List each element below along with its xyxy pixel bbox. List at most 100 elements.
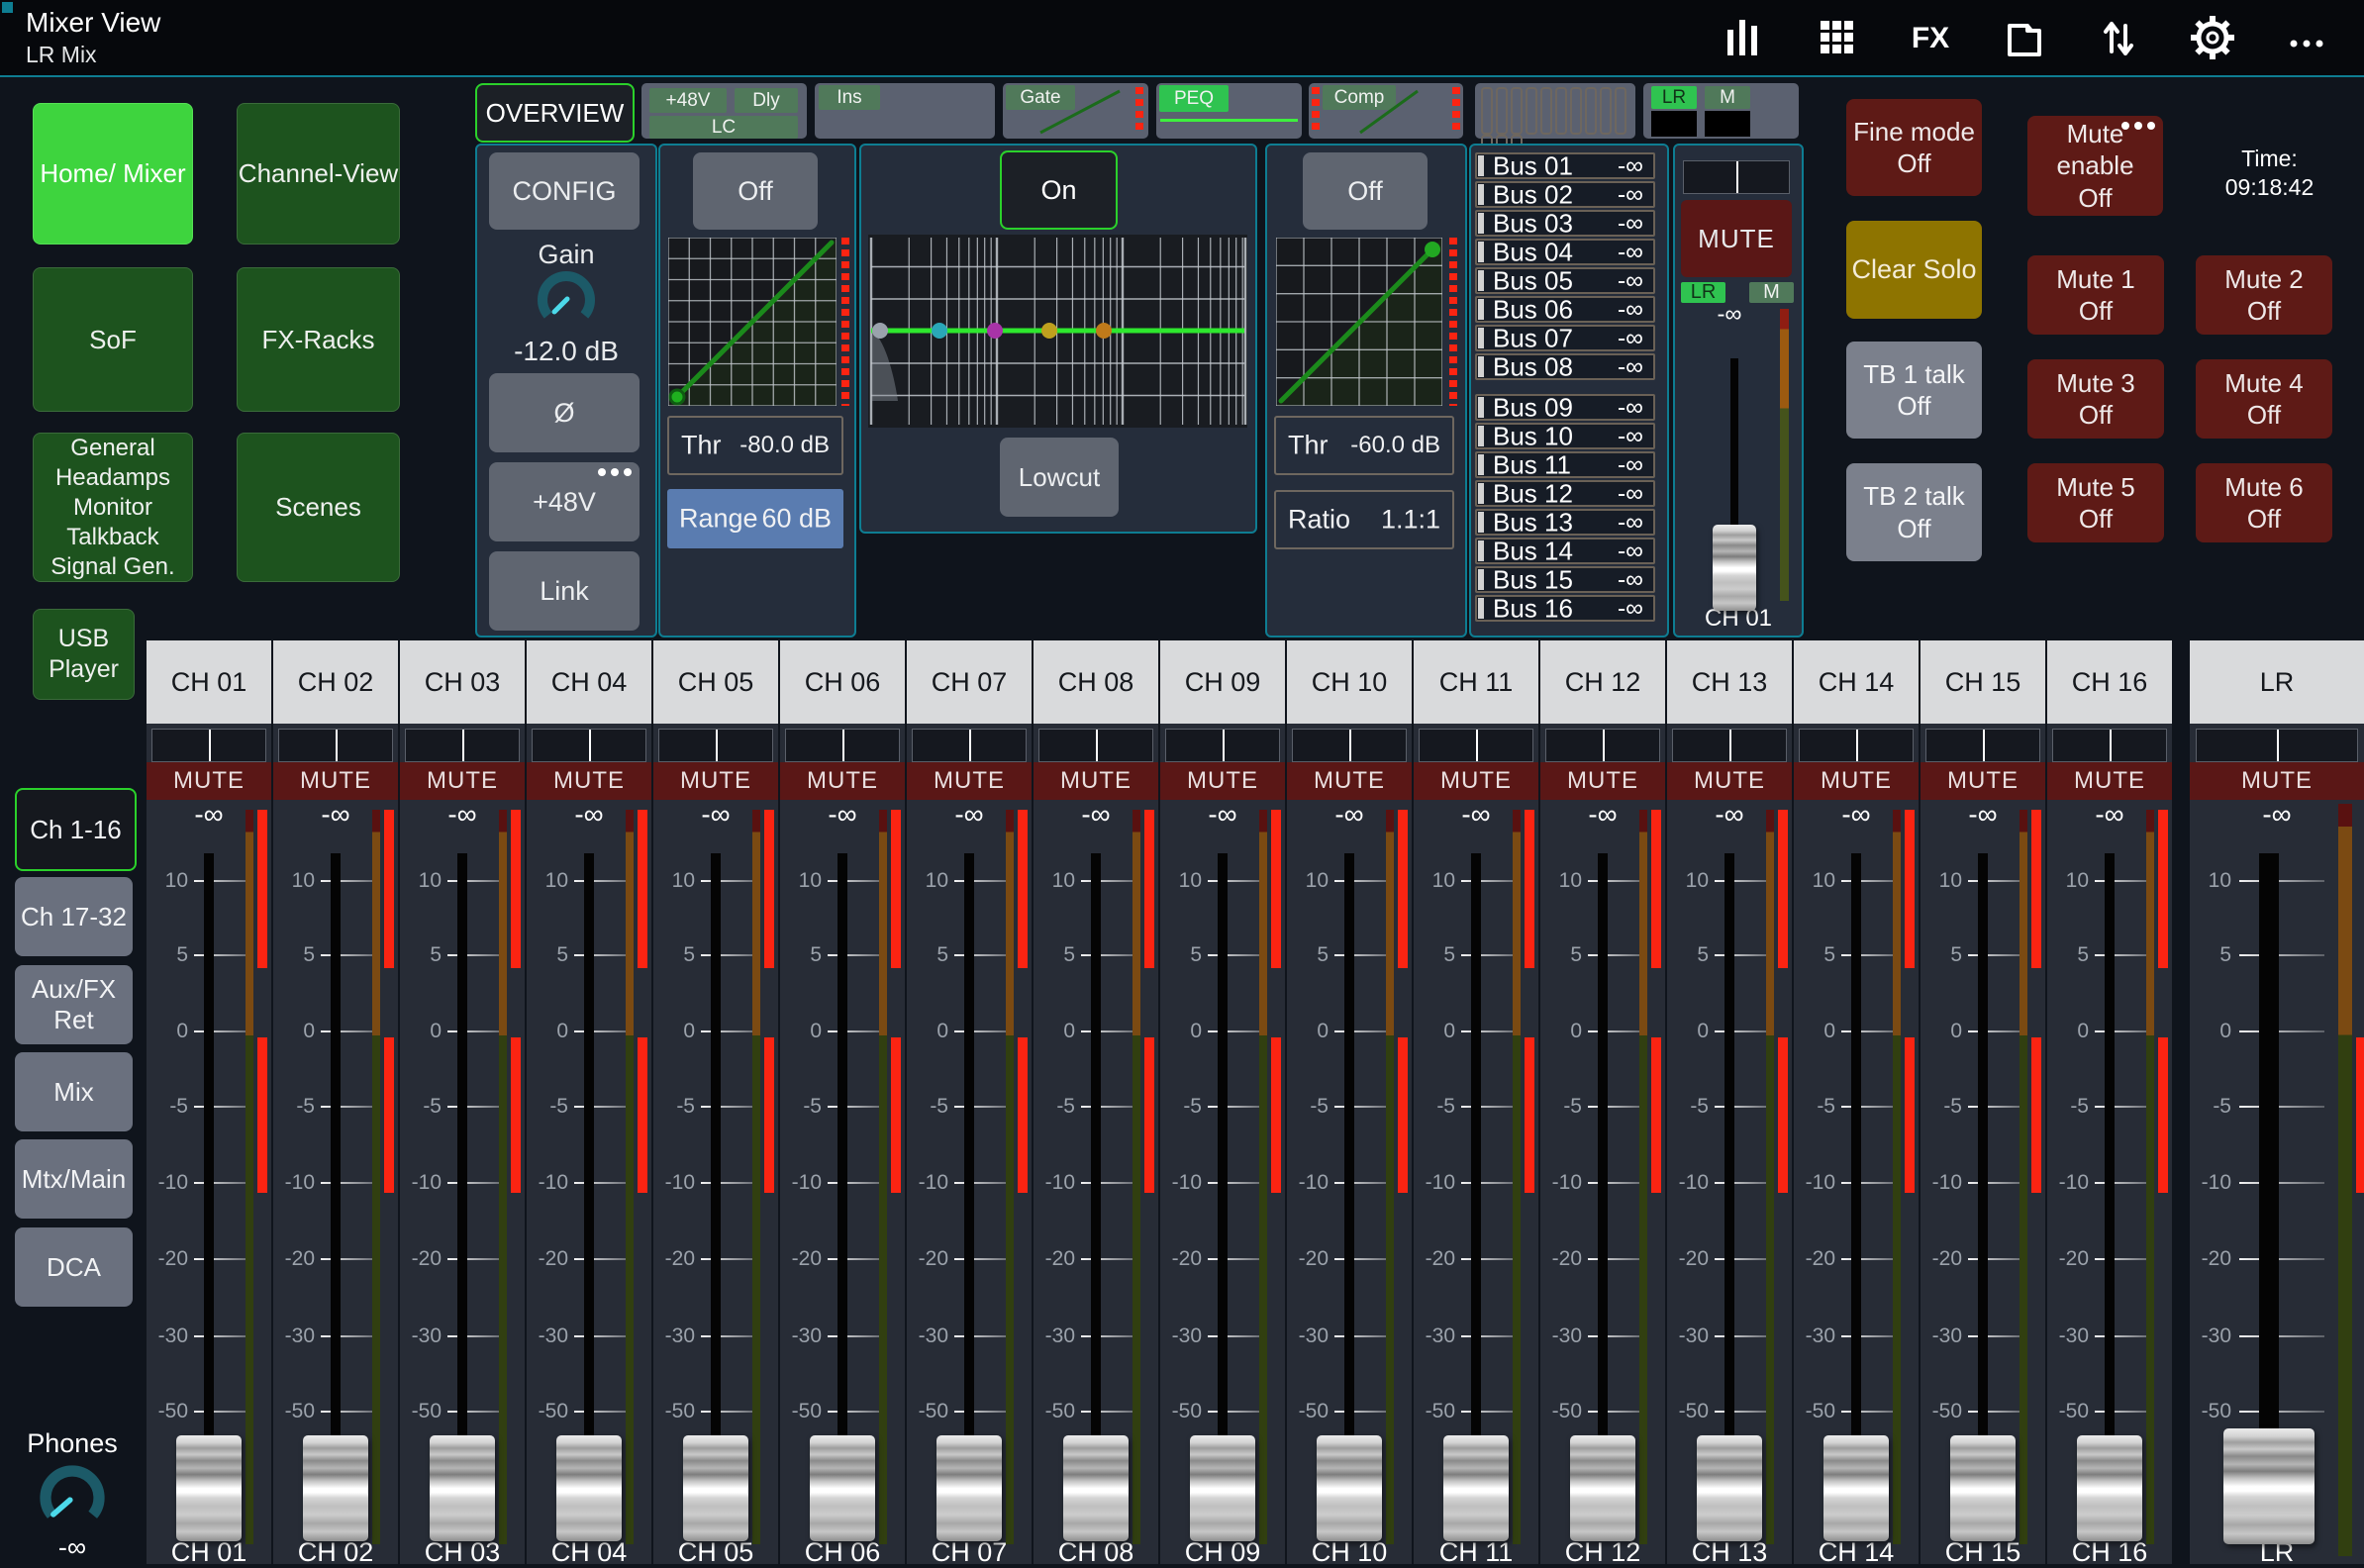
gate-range-field[interactable]: Range 60 dB [667,489,843,548]
channel-header[interactable]: CH 14 [1794,640,1919,724]
pan-indicator[interactable] [1292,729,1407,762]
apps-grid-icon[interactable] [1809,12,1864,63]
tab-ch-17-32[interactable]: Ch 17-32 [15,877,133,956]
fader-handle[interactable] [1190,1435,1255,1541]
pan-indicator[interactable] [1925,729,2040,762]
fader-handle[interactable] [556,1435,622,1541]
channel-mute-button[interactable]: MUTE [1921,762,2045,800]
pan-indicator[interactable] [405,729,520,762]
bus-send-row[interactable]: Bus 10-∞ [1475,423,1655,449]
bus-send-row[interactable]: Bus 12-∞ [1475,480,1655,507]
tab-aux-fx-ret[interactable]: Aux/FX Ret [15,965,133,1044]
channel-mute-button[interactable]: MUTE [907,762,1032,800]
channel-header[interactable]: CH 13 [1667,640,1792,724]
bus-send-row[interactable]: Bus 03-∞ [1475,210,1655,237]
pan-indicator[interactable] [1545,729,1660,762]
pan-indicator[interactable] [2052,729,2167,762]
nav-general-button[interactable]: General Headamps Monitor Talkback Signal… [33,433,193,582]
mute-group-4-button[interactable]: Mute 4 Off [2196,359,2332,439]
fader-handle[interactable] [1443,1435,1509,1541]
channel-mute-button[interactable]: MUTE [147,762,271,800]
nav-home-mixer-button[interactable]: Home/ Mixer [33,103,193,245]
channel-mute-button[interactable]: MUTE [1667,762,1792,800]
channel-mute-button[interactable]: MUTE [1160,762,1285,800]
fader-handle[interactable] [2223,1428,2315,1544]
fader-handle[interactable] [1063,1435,1129,1541]
nav-channel-view-button[interactable]: Channel-View [237,103,400,245]
bus-send-row[interactable]: Bus 04-∞ [1475,239,1655,265]
mini-routing-section[interactable]: LR M [1643,83,1799,139]
channel-header[interactable]: CH 15 [1921,640,2045,724]
channel-header[interactable]: LR [2190,640,2364,724]
fader-handle[interactable] [430,1435,495,1541]
bus-send-row[interactable]: Bus 11-∞ [1475,451,1655,478]
phase-button[interactable]: Ø [489,373,640,452]
fx-icon[interactable]: FX [1903,12,1958,63]
nav-usb-player-button[interactable]: USB Player [33,609,135,700]
channel-header[interactable]: CH 08 [1034,640,1158,724]
fader-handle[interactable] [683,1435,748,1541]
meters-icon[interactable] [1715,12,1770,63]
link-button[interactable]: Link [489,551,640,631]
overview-button[interactable]: OVERVIEW [475,83,635,143]
mute-group-2-button[interactable]: Mute 2 Off [2196,255,2332,335]
pan-indicator[interactable] [1419,729,1533,762]
selected-mute-button[interactable]: MUTE [1681,200,1792,277]
gate-threshold-field[interactable]: Thr -80.0 dB [667,416,843,475]
fader-handle[interactable] [303,1435,368,1541]
fader-handle[interactable] [176,1435,242,1541]
mini-eq-section[interactable]: PEQ [1156,83,1302,139]
channel-header[interactable]: CH 04 [527,640,651,724]
channel-header[interactable]: CH 03 [400,640,525,724]
channel-header[interactable]: CH 16 [2047,640,2172,724]
mute-enable-button[interactable]: Mute enable Off [2027,116,2163,216]
pan-indicator[interactable] [151,729,266,762]
more-ellipsis-icon[interactable] [2279,12,2334,63]
comp-ratio-field[interactable]: Ratio 1.1:1 [1274,490,1454,549]
channel-header[interactable]: CH 09 [1160,640,1285,724]
tab-mix[interactable]: Mix [15,1052,133,1131]
bus-send-row[interactable]: Bus 01-∞ [1475,152,1655,179]
config-button[interactable]: CONFIG [489,152,640,230]
fader-handle[interactable] [1697,1435,1762,1541]
comp-threshold-field[interactable]: Thr -60.0 dB [1274,416,1454,475]
mute-group-5-button[interactable]: Mute 5 Off [2027,463,2164,542]
mini-input-section[interactable]: +48V Dly LC [641,83,807,139]
eq-state-button[interactable]: On [1000,150,1118,230]
tab-dca[interactable]: DCA [15,1227,133,1307]
pan-indicator[interactable] [1672,729,1787,762]
fader-handle[interactable] [1317,1435,1382,1541]
pan-indicator[interactable] [532,729,646,762]
pan-indicator[interactable] [278,729,393,762]
channel-mute-button[interactable]: MUTE [1034,762,1158,800]
fader-handle[interactable] [1570,1435,1635,1541]
fader-handle[interactable] [1823,1435,1889,1541]
channel-header[interactable]: CH 06 [780,640,905,724]
bus-send-row[interactable]: Bus 07-∞ [1475,325,1655,351]
channel-header[interactable]: CH 11 [1414,640,1538,724]
channel-header[interactable]: CH 10 [1287,640,1412,724]
nav-sof-button[interactable]: SoF [33,267,193,412]
pan-indicator[interactable] [785,729,900,762]
pan-indicator[interactable] [1038,729,1153,762]
channel-mute-button[interactable]: MUTE [780,762,905,800]
mini-insert-section[interactable]: Ins [815,83,995,139]
selected-fader-handle[interactable] [1713,525,1756,611]
nav-fx-racks-button[interactable]: FX-Racks [237,267,400,412]
channel-header[interactable]: CH 12 [1540,640,1665,724]
settings-gear-icon[interactable] [2185,12,2240,63]
mute-group-1-button[interactable]: Mute 1 Off [2027,255,2164,335]
bus-send-row[interactable]: Bus 05-∞ [1475,267,1655,294]
tab-mtx-main[interactable]: Mtx/Main [15,1139,133,1219]
tb1-talk-button[interactable]: TB 1 talk Off [1846,342,1982,439]
gate-curve-graph[interactable] [668,238,837,406]
channel-mute-button[interactable]: MUTE [273,762,398,800]
channel-mute-button[interactable]: MUTE [2190,762,2364,800]
pan-indicator[interactable] [2196,729,2358,762]
comp-state-button[interactable]: Off [1303,152,1428,230]
pan-indicator[interactable] [1165,729,1280,762]
fader-handle[interactable] [1950,1435,2016,1541]
comp-curve-graph[interactable] [1276,238,1442,406]
mini-comp-section[interactable]: Comp [1309,83,1463,139]
pan-indicator[interactable] [658,729,773,762]
